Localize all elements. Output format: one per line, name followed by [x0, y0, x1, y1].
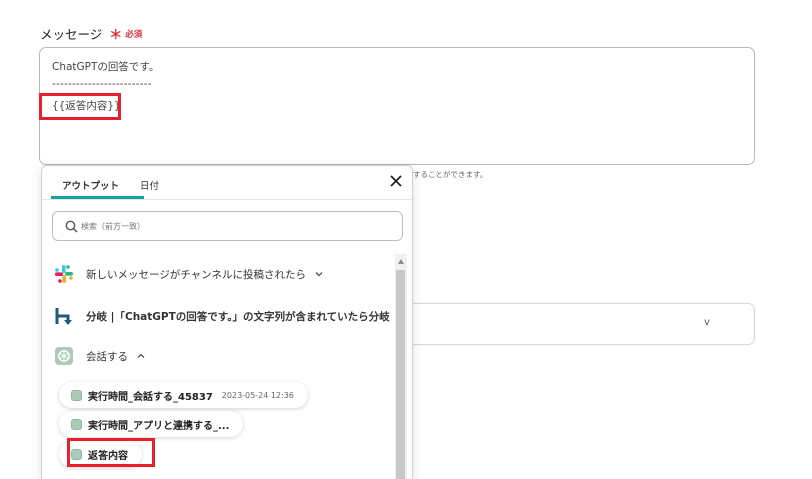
search-input[interactable]: 検索（前方一致）: [52, 211, 403, 241]
search-placeholder: 検索（前方一致）: [81, 222, 145, 231]
chip-label: 実行時間_会話する_45837: [88, 391, 213, 403]
tab-divider: [42, 199, 412, 200]
output-icon: [71, 448, 82, 460]
chip-timestamp: 2023-05-24 12:36: [221, 390, 294, 400]
step-item-branch[interactable]: 分岐 |「ChatGPTの回答です。」の文字列が含まれていたら分岐: [54, 305, 390, 327]
field-label-text: メッセージ: [40, 27, 103, 42]
step-label: 分岐 |「ChatGPTの回答です。」の文字列が含まれていたら分岐: [86, 310, 390, 323]
openai-icon: [55, 347, 73, 365]
output-chip-response-content[interactable]: 返答内容: [59, 441, 142, 467]
slack-icon: [55, 265, 73, 283]
message-line-1: ChatGPTの回答です。: [52, 61, 160, 73]
chevron-up-icon[interactable]: [136, 351, 146, 361]
message-textarea[interactable]: ChatGPTの回答です。 ------------------------- …: [39, 47, 755, 165]
step-label: 会話する: [86, 350, 128, 363]
tab-date[interactable]: 日付: [140, 178, 159, 192]
branch-icon: [55, 308, 72, 325]
required-text: 必須: [125, 29, 143, 40]
chip-label: 返答内容: [88, 450, 128, 462]
step-label: 新しいメッセージがチャンネルに投稿されたら: [86, 268, 306, 281]
output-icon: [71, 389, 82, 401]
message-line-2: -------------------------: [52, 78, 152, 90]
chevron-down-icon: v: [704, 317, 710, 328]
chip-label: 実行時間_アプリと連携する_...: [88, 420, 230, 432]
scrollbar-thumb[interactable]: [396, 270, 405, 479]
required-asterisk-icon: ＊: [109, 28, 123, 43]
helper-text: することができます。: [413, 170, 488, 179]
message-variable-token[interactable]: {{返答内容}}: [52, 98, 121, 113]
output-picker-popup: アウトプット 日付 検索（前方一致） 新しいメッセージがチャンネルに投稿されたら: [41, 165, 413, 479]
tab-output[interactable]: アウトプット: [62, 178, 119, 192]
step-item-slack-trigger[interactable]: 新しいメッセージがチャンネルに投稿されたら: [54, 263, 324, 285]
output-icon: [71, 418, 82, 430]
background-select[interactable]: [400, 303, 755, 345]
step-item-chatgpt[interactable]: 会話する: [54, 345, 146, 367]
message-field-label: メッセージ ＊ 必須: [40, 24, 142, 43]
chevron-down-icon[interactable]: [314, 269, 324, 279]
output-chip-app-integration-time[interactable]: 実行時間_アプリと連携する_...: [59, 411, 244, 437]
scroll-up-arrow-icon[interactable]: [398, 259, 404, 264]
output-chip-execution-time[interactable]: 実行時間_会話する_45837 2023-05-24 12:36: [59, 382, 308, 408]
search-icon: [65, 220, 78, 233]
close-icon[interactable]: [388, 173, 404, 189]
